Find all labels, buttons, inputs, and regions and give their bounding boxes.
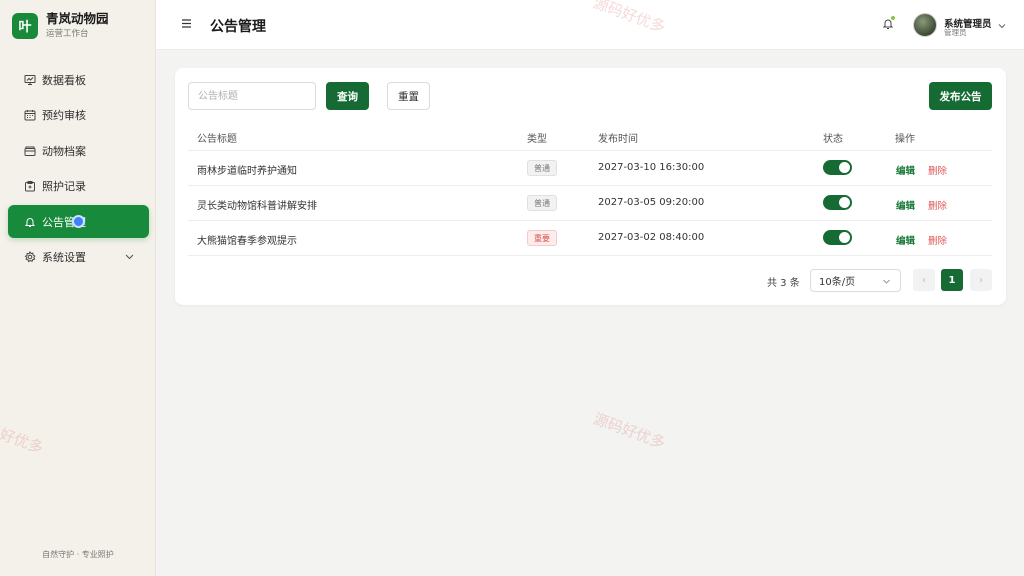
delete-link[interactable]: 删除	[928, 163, 947, 177]
announcement-table: 公告标题 类型 发布时间 状态 操作 雨林步道临时养护通知 普通 2027-03…	[188, 124, 992, 256]
sidebar-item-care-records[interactable]: 照护记录	[8, 170, 149, 203]
sidebar-item-booking-review[interactable]: 预约审核	[8, 99, 149, 132]
sidebar-footer: 自然守护 · 专业照护	[42, 550, 114, 559]
sidebar-item-label: 照护记录	[42, 180, 86, 193]
avatar[interactable]	[913, 13, 937, 37]
page-size-value: 10条/页	[819, 277, 856, 288]
status-toggle[interactable]	[823, 195, 852, 210]
column-header-actions: 操作	[895, 134, 915, 145]
edit-link[interactable]: 编辑	[896, 163, 915, 177]
brand-title: 青岚动物园	[46, 11, 109, 26]
page-size-select[interactable]: 10条/页	[810, 269, 901, 292]
table-header: 公告标题 类型 发布时间 状态 操作	[188, 124, 992, 151]
publish-announcement-button[interactable]: 发布公告	[929, 82, 992, 110]
sidebar-item-announcements[interactable]: 公告管理	[8, 205, 149, 238]
chevron-down-icon	[882, 277, 891, 289]
status-toggle[interactable]	[823, 230, 852, 245]
top-header: 公告管理 系统管理员 管理员	[156, 0, 1024, 50]
announcement-title: 灵长类动物馆科普讲解安排	[197, 201, 317, 212]
brand: 叶 青岚动物园 运营工作台	[12, 11, 109, 40]
title-search-input[interactable]	[188, 82, 316, 110]
column-header-status: 状态	[823, 134, 843, 145]
gear-icon	[23, 251, 36, 264]
type-badge: 普通	[527, 160, 557, 176]
sidebar-item-label: 预约审核	[42, 109, 86, 122]
archive-icon	[23, 144, 36, 157]
table-row: 大熊猫馆春季参观提示 重要 2027-03-02 08:40:00 编辑 删除	[188, 221, 992, 256]
announcement-title: 大熊猫馆春季参观提示	[197, 236, 297, 247]
brand-logo: 叶	[12, 12, 38, 39]
chevron-down-icon	[124, 251, 135, 265]
total-count: 共 3 条	[767, 278, 800, 289]
column-header-time: 发布时间	[598, 134, 638, 145]
user-menu-chevron-icon[interactable]	[997, 20, 1007, 34]
user-role: 管理员	[944, 28, 967, 37]
column-header-title: 公告标题	[197, 134, 237, 145]
sidebar-item-label: 系统设置	[42, 251, 86, 264]
type-badge: 重要	[527, 230, 557, 246]
bell-icon	[23, 215, 36, 228]
edit-link[interactable]: 编辑	[896, 233, 915, 247]
sidebar-item-system-settings[interactable]: 系统设置	[8, 241, 149, 274]
type-badge: 普通	[527, 195, 557, 211]
status-toggle[interactable]	[823, 160, 852, 175]
table-row: 灵长类动物馆科普讲解安排 普通 2027-03-05 09:20:00 编辑 删…	[188, 186, 992, 221]
publish-time: 2027-03-05 09:20:00	[598, 197, 705, 208]
notification-dot	[891, 16, 895, 20]
care-record-icon	[23, 180, 36, 193]
prev-page-button[interactable]: ‹	[913, 269, 935, 291]
publish-time: 2027-03-10 16:30:00	[598, 162, 705, 173]
sidebar-item-dashboard[interactable]: 数据看板	[8, 63, 149, 96]
sidebar-item-label: 动物档案	[42, 144, 86, 158]
next-page-button[interactable]: ›	[970, 269, 992, 291]
mouse-cursor-indicator	[72, 215, 85, 228]
brand-subtitle: 运营工作台	[46, 29, 89, 39]
delete-link[interactable]: 删除	[928, 198, 947, 212]
page-number-current[interactable]: 1	[941, 269, 963, 291]
delete-link[interactable]: 删除	[928, 233, 947, 247]
sidebar: 叶 青岚动物园 运营工作台 数据看板 预约审核 动物档案 照护记录 公告管理 系…	[0, 0, 156, 576]
reset-button[interactable]: 重置	[387, 82, 430, 110]
announcement-card: 查询 重置 发布公告 公告标题 类型 发布时间 状态 操作 雨林步道临时养护通知…	[175, 68, 1006, 305]
publish-time: 2027-03-02 08:40:00	[598, 232, 705, 243]
calendar-icon	[23, 109, 36, 122]
sidebar-item-label: 数据看板	[42, 73, 86, 87]
page-title: 公告管理	[210, 19, 266, 35]
column-header-type: 类型	[527, 134, 547, 145]
sidebar-item-animal-archive[interactable]: 动物档案	[8, 134, 149, 167]
menu-toggle-icon[interactable]	[181, 18, 192, 32]
pagination: 共 3 条 10条/页 ‹ 1 ›	[175, 268, 1006, 292]
announcement-title: 雨林步道临时养护通知	[197, 166, 297, 177]
query-button[interactable]: 查询	[326, 82, 369, 110]
table-row: 雨林步道临时养护通知 普通 2027-03-10 16:30:00 编辑 删除	[188, 151, 992, 186]
sidebar-nav: 数据看板 预约审核 动物档案 照护记录 公告管理 系统设置	[8, 63, 149, 276]
dashboard-icon	[23, 73, 36, 86]
watermark: 源码好优多	[591, 409, 668, 453]
edit-link[interactable]: 编辑	[896, 198, 915, 212]
